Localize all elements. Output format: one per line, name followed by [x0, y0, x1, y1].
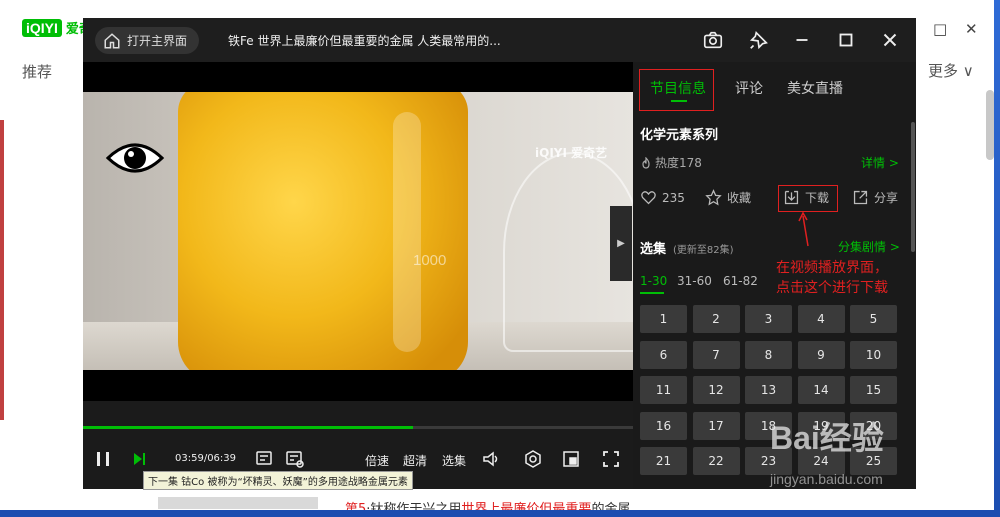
minimize-icon[interactable]	[791, 29, 813, 51]
player-titlebar[interactable]: 打开主界面 铁Fe 世界上最廉价但最重要的金属 人类最常用的...	[83, 18, 916, 62]
pin-icon[interactable]	[748, 29, 770, 51]
episode-select-title: 选集	[640, 242, 667, 257]
range-31-60[interactable]: 31-60	[677, 274, 712, 288]
iqiyi-logo[interactable]: iQIYI 爱奇	[22, 18, 92, 37]
episode-button-15[interactable]: 15	[850, 376, 897, 404]
star-icon	[705, 189, 722, 206]
episode-button-16[interactable]: 16	[640, 411, 687, 440]
yellow-beaker	[178, 92, 468, 370]
collapse-panel-icon[interactable]: ▶	[610, 206, 632, 281]
baidu-logo: Bai经验	[770, 420, 884, 456]
favorite-button[interactable]: 收藏	[705, 189, 751, 206]
open-main-label: 打开主界面	[127, 34, 188, 48]
progress-fill	[83, 426, 413, 429]
control-bar: 03:59/06:39 倍速 超清 选集	[83, 443, 633, 473]
settings-icon[interactable]	[523, 449, 543, 469]
highlight-download-box	[778, 185, 838, 212]
video-title: 铁Fe 世界上最廉价但最重要的金属 人类最常用的...	[228, 34, 501, 48]
like-count: 235	[662, 190, 685, 205]
episode-update-info: (更新至82集)	[673, 245, 734, 256]
heat-text: 热度178	[655, 156, 702, 170]
maximize-icon[interactable]	[835, 29, 857, 51]
episode-button-7[interactable]: 7	[692, 340, 740, 369]
share-label: 分享	[874, 191, 899, 205]
video-area[interactable]: 1000 iQIYI 爱奇艺	[83, 62, 633, 401]
more-menu[interactable]: 更多 ∨	[928, 60, 974, 81]
share-button[interactable]: 分享	[852, 189, 898, 206]
episode-button-12[interactable]: 12	[692, 376, 740, 404]
iqiyi-watermark: iQIYI 爱奇艺	[535, 146, 608, 160]
quality-button[interactable]: 超清	[403, 452, 427, 469]
range-underline	[640, 292, 664, 294]
annotation-line-2: 点击这个进行下载	[776, 280, 888, 296]
close-icon[interactable]	[879, 29, 901, 51]
baidu-watermark: Bai经验 jingyan.baidu.com	[770, 405, 950, 495]
share-icon	[853, 190, 868, 205]
open-main-button[interactable]: 打开主界面	[95, 27, 200, 54]
left-edge	[0, 120, 4, 420]
detail-link[interactable]: 详情 >	[861, 154, 899, 171]
annotation-line-1: 在视频播放界面，	[776, 260, 888, 276]
fullscreen-icon[interactable]	[601, 449, 621, 469]
episode-button-1[interactable]: 1	[640, 305, 687, 333]
annotation-arrow	[798, 212, 809, 247]
episode-button-13[interactable]: 13	[745, 376, 792, 404]
panel-scrollbar[interactable]	[911, 122, 915, 252]
heart-icon	[641, 191, 656, 205]
right-edge	[994, 0, 1000, 517]
range-61-82[interactable]: 61-82	[723, 274, 758, 288]
range-1-30[interactable]: 1-30	[640, 274, 667, 288]
baidu-url: jingyan.baidu.com	[770, 471, 883, 487]
episode-button-6[interactable]: 6	[640, 340, 687, 369]
favorite-label: 收藏	[727, 191, 752, 205]
episode-button-10[interactable]: 10	[850, 340, 897, 369]
close-window-icon[interactable]: ✕	[965, 20, 978, 38]
restore-window-icon[interactable]: □	[933, 20, 947, 38]
flame-icon	[642, 156, 650, 169]
episode-plot-link[interactable]: 分集剧情 >	[838, 238, 900, 255]
episode-button-14[interactable]: 14	[797, 376, 845, 404]
episode-button-8[interactable]: 8	[745, 340, 792, 369]
beaker-volume-label: 1000	[413, 252, 447, 269]
tab-live[interactable]: 美女直播	[787, 78, 843, 98]
action-row: 235 收藏 下载 分享	[640, 189, 910, 209]
like-button[interactable]: 235	[640, 189, 685, 206]
heat-indicator: 热度178	[640, 154, 702, 171]
thumbnail[interactable]	[158, 497, 318, 509]
episode-button-3[interactable]: 3	[745, 305, 792, 333]
logo-box: iQIYI	[22, 18, 62, 37]
video-frame: 1000 iQIYI 爱奇艺	[83, 92, 633, 370]
highlight-tab-box	[639, 69, 714, 111]
tab-comments[interactable]: 评论	[735, 78, 763, 98]
danmaku-icon[interactable]	[255, 449, 275, 469]
home-icon	[104, 32, 120, 48]
episode-button-5[interactable]: 5	[850, 305, 897, 333]
play-time: 03:59/06:39	[175, 453, 237, 464]
episode-button-4[interactable]: 4	[797, 305, 845, 333]
mini-window-icon[interactable]	[561, 449, 581, 469]
eye-icon	[105, 143, 165, 173]
next-episode-icon[interactable]	[129, 449, 149, 469]
pause-icon[interactable]	[93, 449, 113, 469]
episode-button-2[interactable]: 2	[692, 305, 740, 333]
screenshot-icon[interactable]	[702, 29, 724, 51]
episodes-button[interactable]: 选集	[442, 452, 466, 469]
episode-button-17[interactable]: 17	[692, 411, 740, 440]
next-episode-tooltip: 下一集 钴Co 被称为“坏精灵、妖魔”的多用途战略金属元素	[143, 471, 413, 490]
episode-button-21[interactable]: 21	[640, 447, 687, 475]
series-title: 化学元素系列	[640, 128, 719, 143]
speed-button[interactable]: 倍速	[365, 452, 389, 469]
episode-button-22[interactable]: 22	[692, 447, 740, 475]
danmaku-settings-icon[interactable]	[285, 449, 305, 469]
beaker-highlight	[393, 112, 421, 352]
volume-icon[interactable]	[481, 449, 501, 469]
page-scrollbar[interactable]	[986, 90, 994, 160]
annotation-text: 在视频播放界面， 点击这个进行下载	[776, 258, 888, 298]
taskbar-band	[0, 510, 1000, 517]
episode-button-11[interactable]: 11	[640, 376, 687, 404]
nav-recommend[interactable]: 推荐	[22, 61, 52, 82]
progress-bar[interactable]	[83, 426, 633, 429]
episode-button-9[interactable]: 9	[797, 340, 845, 369]
